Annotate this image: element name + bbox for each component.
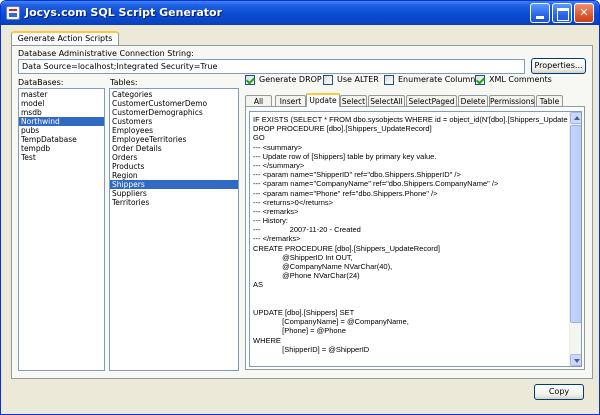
script-line: CREATE PROCEDURE [dbo].[Shippers_UpdateR… [253,243,441,253]
script-line: UPDATE [dbo].[Shippers] SET [253,307,355,317]
copy-button[interactable]: Copy [534,384,584,400]
properties-button[interactable]: Properties... [531,58,586,74]
table-list-item[interactable]: CustomerCustomerDemo [110,99,238,108]
script-line [253,299,571,308]
table-list-item[interactable]: Territories [110,198,238,207]
database-list-item[interactable]: msdb [19,108,104,117]
enumerate-columns-check-icon [384,75,394,85]
script-tab-page: IF EXISTS (SELECT * FROM dbo.sysobjects … [245,106,585,370]
database-list-item[interactable]: Northwind [19,117,104,126]
database-list-item[interactable]: TempDatabase [19,135,104,144]
script-line: @ShipperID Int OUT, [253,252,353,262]
close-button[interactable]: ✕ [574,3,594,23]
script-scrollbar[interactable] [569,112,581,366]
connection-string-input[interactable]: Data Source=localhost;Integrated Securit… [18,59,525,74]
script-line: --- History: [253,216,288,226]
script-line: --- <param name="Phone" ref="dbo.Shipper… [253,188,438,198]
script-line: --- 2007-11-20 - Created [253,225,361,235]
databases-list[interactable]: master model msdb Northwind pubs TempDatabase… [18,88,105,371]
script-line: --- <param name="CompanyName" ref="dbo.S… [253,179,499,189]
app-icon [6,6,20,20]
script-line: IF EXISTS (SELECT * FROM dbo.sysobjects … [253,115,568,124]
table-list-item[interactable]: Suppliers [110,189,238,198]
enumerate-columns-label: Enumerate Columns [398,75,480,84]
script-textarea[interactable]: IF EXISTS (SELECT * FROM dbo.sysobjects … [249,111,582,367]
scroll-thumb[interactable] [570,125,581,323]
script-line: --- <param name="ShipperID" ref="dbo.Shi… [253,170,461,180]
script-line: WHERE [253,335,281,345]
script-text: IF EXISTS (SELECT * FROM dbo.sysobjects … [253,115,571,354]
table-list-item[interactable]: Shippers [110,180,238,189]
script-line: @Phone NVarChar(24) [253,271,360,281]
database-list-item[interactable]: pubs [19,126,104,135]
connection-label: Database Administrative Connection Strin… [18,49,194,58]
generate-drop-checkbox[interactable]: Generate DROP [245,75,322,85]
database-list-item[interactable]: master [19,90,104,99]
scroll-up-icon[interactable] [570,112,581,124]
databases-label: DataBases: [18,78,64,87]
script-line: --- </remarks> [253,234,301,244]
xml-comments-check-icon [475,75,485,85]
table-list-item[interactable]: Products [110,162,238,171]
table-list-item[interactable]: Categories [110,90,238,99]
title-bar[interactable]: Jocys.com SQL Script Generator ✕ [1,1,599,25]
app-window: Jocys.com SQL Script Generator ✕ Generat… [0,0,600,415]
script-line: DROP PROCEDURE [dbo].[Shippers_UpdateRec… [253,124,432,134]
script-line: --- <summary> [253,142,303,152]
script-line: GO [253,133,265,143]
scroll-down-icon[interactable] [570,354,581,366]
xml-comments-checkbox[interactable]: XML Comments [475,75,552,85]
table-list-item[interactable]: CustomerDemographics [110,108,238,117]
script-line: [Phone] = @Phone [253,326,346,336]
xml-comments-label: XML Comments [489,75,552,84]
script-line: @CompanyName NVarChar(40), [253,262,393,271]
generate-drop-label: Generate DROP [259,75,322,84]
script-line: --- Update row of [Shippers] table by pr… [253,151,437,161]
script-line [253,290,571,299]
use-alter-checkbox[interactable]: Use ALTER [323,75,379,85]
minimize-button[interactable] [530,3,550,23]
script-line: [CompanyName] = @CompanyName, [253,317,409,327]
generate-drop-check-icon [245,75,255,85]
table-list-item[interactable]: Customers [110,117,238,126]
maximize-button[interactable] [552,3,572,23]
use-alter-label: Use ALTER [337,75,379,84]
tab-generate-action-scripts[interactable]: Generate Action Scripts [11,31,119,46]
window-title: Jocys.com SQL Script Generator [25,6,223,19]
tables-list[interactable]: Categories CustomerCustomerDemo CustomerDe… [109,88,239,371]
tables-label: Tables: [110,78,138,87]
table-list-item[interactable]: Region [110,171,238,180]
table-list-item[interactable]: EmployeeTerritories [110,135,238,144]
script-line: --- <returns>0</returns> [253,197,334,207]
use-alter-check-icon [323,75,333,85]
script-line: AS [253,280,264,290]
table-list-item[interactable]: Order Details [110,144,238,153]
table-list-item[interactable]: Employees [110,126,238,135]
database-list-item[interactable]: tempdb [19,144,104,153]
script-line: [ShipperID] = @ShipperID [253,344,370,354]
database-list-item[interactable]: Test [19,153,104,162]
table-list-item[interactable]: Orders [110,153,238,162]
script-line: --- </summary> [253,160,305,170]
tab-update[interactable]: Update [306,93,340,107]
database-list-item[interactable]: model [19,99,104,108]
enumerate-columns-checkbox[interactable]: Enumerate Columns [384,75,480,85]
script-line: --- <remarks> [253,206,299,216]
